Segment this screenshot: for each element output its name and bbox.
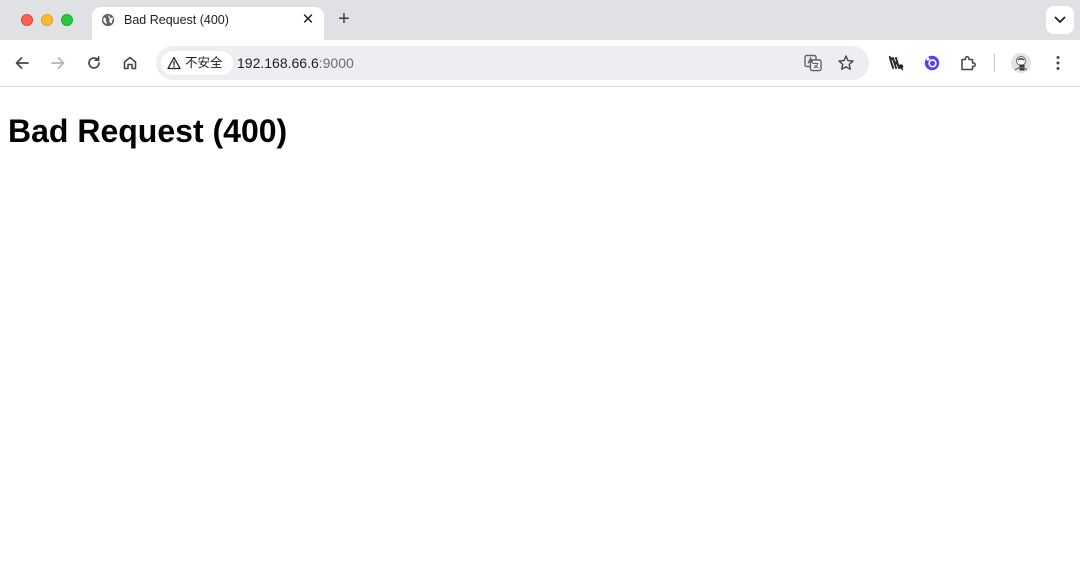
new-tab-button[interactable]: +: [334, 9, 354, 29]
reload-icon: [88, 55, 100, 69]
extension-button-1[interactable]: [884, 51, 908, 75]
window-maximize-button[interactable]: [61, 14, 73, 26]
window-close-button[interactable]: [21, 14, 33, 26]
home-icon: [123, 56, 137, 70]
translate-button[interactable]: [803, 53, 823, 73]
arrow-right-icon: [51, 57, 65, 69]
toolbar: 不安全 192.168.66.6:9000: [0, 40, 1080, 87]
home-button[interactable]: [118, 51, 142, 75]
puzzle-icon: [961, 56, 976, 71]
extensions-menu-button[interactable]: [956, 51, 980, 75]
warning-triangle-icon: [167, 56, 181, 70]
url-host: 192.168.66.6: [237, 55, 319, 71]
security-chip[interactable]: 不安全: [161, 51, 233, 75]
tab-search-button[interactable]: [1046, 6, 1074, 34]
extension-button-2[interactable]: [920, 51, 944, 75]
chevron-down-icon: [1054, 16, 1066, 23]
security-label: 不安全: [185, 56, 223, 70]
avatar: [1011, 53, 1031, 73]
star-icon: [838, 55, 854, 70]
page-content: Bad Request (400): [0, 87, 1080, 574]
profile-button[interactable]: [1009, 51, 1033, 75]
extension-purple-icon: [924, 55, 940, 71]
toolbar-divider: [994, 54, 995, 72]
page-title: Bad Request (400): [8, 113, 288, 149]
browser-menu-button[interactable]: [1046, 51, 1070, 75]
tab-title: Bad Request (400): [124, 13, 229, 27]
url-port: :9000: [318, 55, 354, 71]
window-minimize-button[interactable]: [41, 14, 53, 26]
tab-strip: Bad Request (400) ✕ +: [0, 0, 1080, 40]
translate-icon: [804, 54, 822, 72]
back-button[interactable]: [10, 51, 34, 75]
forward-button[interactable]: [46, 51, 70, 75]
arrow-left-icon: [15, 57, 29, 69]
address-bar[interactable]: 不安全 192.168.66.6:9000: [156, 46, 869, 80]
url-text: 192.168.66.6:9000: [237, 55, 354, 71]
browser-window: Bad Request (400) ✕ + 不安全 192.168.66.6:9…: [0, 0, 1080, 574]
more-vertical-icon: [1056, 56, 1060, 70]
bookmark-button[interactable]: [836, 53, 856, 73]
reload-button[interactable]: [82, 51, 106, 75]
tab-close-icon[interactable]: ✕: [300, 12, 316, 28]
extension-striped-icon: [888, 55, 904, 71]
globe-icon: [101, 13, 115, 27]
tab-active[interactable]: Bad Request (400) ✕: [92, 7, 324, 40]
